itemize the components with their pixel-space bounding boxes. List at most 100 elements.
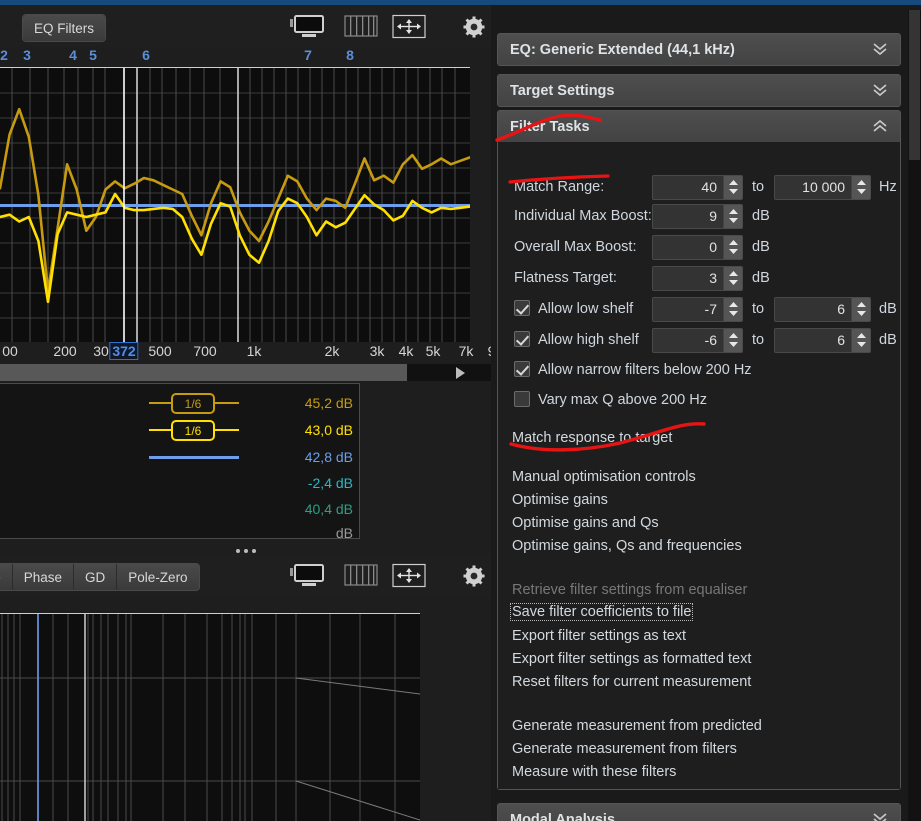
eq-filters-tabgroup[interactable]: EQ Filters: [22, 14, 107, 42]
spinner-high-shelf-min[interactable]: -6: [652, 327, 743, 353]
legend-row-measured[interactable]: 1/6 45,2 dB: [0, 390, 361, 416]
bars-icon[interactable]: [344, 14, 378, 38]
panel-target-settings[interactable]: Target Settings: [497, 74, 901, 107]
spinner-arrows[interactable]: [723, 297, 742, 321]
action-measure-with-these-filters[interactable]: Measure with these filters: [512, 764, 676, 780]
filter-marker-4[interactable]: 4: [69, 47, 77, 63]
spinner-arrows[interactable]: [723, 235, 742, 259]
chart-horizontal-scrollbar[interactable]: [0, 364, 491, 381]
legend-value-5: dB: [335, 525, 353, 541]
value-match-range-low[interactable]: 40: [653, 175, 723, 199]
spinner-low-shelf-min[interactable]: -7: [652, 296, 743, 322]
right-pane-scrollbar[interactable]: [908, 10, 921, 821]
spinner-arrows[interactable]: [723, 266, 742, 290]
tab-eq-filters[interactable]: EQ Filters: [23, 15, 106, 41]
left-bottom-toolbar: ulse Phase GD Pole-Zero: [0, 554, 491, 596]
tab-impulse[interactable]: ulse: [0, 564, 13, 590]
secondary-chart[interactable]: [0, 613, 420, 821]
tab-gd[interactable]: GD: [74, 564, 118, 590]
legend-row-predicted[interactable]: 1/6 43,0 dB: [0, 417, 361, 443]
expand-arrows-icon[interactable]: [392, 14, 426, 39]
action-optimise-gains[interactable]: Optimise gains: [512, 492, 608, 508]
checkbox-allow-high-shelf[interactable]: [514, 331, 530, 347]
unit-low-shelf: dB: [879, 301, 897, 317]
action-optimise-gains-and-qs[interactable]: Optimise gains and Qs: [512, 515, 659, 531]
scrollbar-thumb[interactable]: [0, 364, 407, 381]
action-manual-optimisation-controls[interactable]: Manual optimisation controls: [512, 469, 696, 485]
tab-pole-zero[interactable]: Pole-Zero: [117, 564, 199, 590]
tab-phase[interactable]: Phase: [12, 564, 75, 590]
xtick-6: 2k: [324, 343, 340, 359]
checkbox-allow-low-shelf[interactable]: [514, 300, 530, 316]
panel-filter-tasks[interactable]: Filter Tasks Match Range: 40 to 10 000 H…: [497, 110, 901, 790]
legend-row-target[interactable]: 42,8 dB: [0, 444, 361, 470]
gear-icon[interactable]: [462, 564, 486, 588]
expand-arrows-icon[interactable]: [392, 563, 426, 588]
scroll-right-arrow[interactable]: [453, 366, 467, 385]
checkbox-allow-narrow-filters[interactable]: [514, 361, 530, 377]
spinner-high-shelf-max[interactable]: 6: [774, 327, 871, 353]
filter-marker-7[interactable]: 7: [304, 47, 312, 63]
gear-icon[interactable]: [462, 15, 486, 39]
panel-header-modal-analysis[interactable]: Modal Analysis: [498, 804, 900, 821]
spinner-individual-max-boost[interactable]: 9: [652, 203, 743, 229]
action-optimise-gains-qs-frequencies[interactable]: Optimise gains, Qs and frequencies: [512, 538, 742, 554]
frequency-response-chart[interactable]: [0, 67, 470, 342]
filter-marker-5[interactable]: 5: [89, 47, 97, 63]
filter-marker-6[interactable]: 6: [142, 47, 150, 63]
spinner-arrows[interactable]: [851, 328, 870, 352]
action-save-filter-coefficients[interactable]: Save filter coefficients to file: [509, 603, 694, 621]
filter-marker-2[interactable]: 2: [0, 47, 8, 63]
panel-eq[interactable]: EQ: Generic Extended (44,1 kHz): [497, 33, 901, 66]
spinner-arrows[interactable]: [723, 204, 742, 228]
action-generate-measurement-from-predicted[interactable]: Generate measurement from predicted: [512, 718, 762, 734]
legend-row-target-text[interactable]: arget 40,4 dB: [0, 496, 361, 522]
chevron-down-icon[interactable]: [870, 808, 890, 821]
value-individual-max-boost[interactable]: 9: [653, 204, 723, 228]
scrollbar-thumb[interactable]: [909, 10, 920, 160]
label-allow-high-shelf[interactable]: Allow high shelf: [538, 332, 639, 348]
spinner-flatness-target[interactable]: 3: [652, 265, 743, 291]
chevron-up-icon[interactable]: [870, 115, 890, 140]
spinner-arrows[interactable]: [723, 175, 742, 199]
value-low-shelf-max[interactable]: 6: [775, 297, 851, 321]
value-overall-max-boost[interactable]: 0: [653, 235, 723, 259]
value-high-shelf-min[interactable]: -6: [653, 328, 723, 352]
value-match-range-high[interactable]: 10 000: [775, 175, 851, 199]
action-export-filter-settings-formatted[interactable]: Export filter settings as formatted text: [512, 651, 751, 667]
filter-marker-8[interactable]: 8: [346, 47, 354, 63]
spinner-match-range-high[interactable]: 10 000: [774, 174, 871, 200]
analysis-tabgroup[interactable]: ulse Phase GD Pole-Zero: [0, 563, 200, 591]
octave-badge-measured: 1/6: [171, 393, 215, 414]
bars-icon[interactable]: [344, 563, 378, 587]
label-allow-narrow-filters[interactable]: Allow narrow filters below 200 Hz: [538, 362, 752, 378]
filter-marker-3[interactable]: 3: [23, 47, 31, 63]
chevron-down-icon[interactable]: [870, 38, 890, 63]
action-reset-filters[interactable]: Reset filters for current measurement: [512, 674, 751, 690]
spinner-low-shelf-max[interactable]: 6: [774, 296, 871, 322]
label-vary-max-q[interactable]: Vary max Q above 200 Hz: [538, 392, 707, 408]
label-allow-low-shelf[interactable]: Allow low shelf: [538, 301, 633, 317]
action-export-filter-settings-text[interactable]: Export filter settings as text: [512, 628, 686, 644]
value-low-shelf-min[interactable]: -7: [653, 297, 723, 321]
value-flatness-target[interactable]: 3: [653, 266, 723, 290]
value-high-shelf-max[interactable]: 6: [775, 328, 851, 352]
panel-modal-analysis[interactable]: Modal Analysis: [497, 803, 901, 821]
monitor-icon[interactable]: [288, 562, 330, 588]
panel-header-filter-tasks[interactable]: Filter Tasks: [498, 111, 900, 142]
panel-header-target-settings[interactable]: Target Settings: [498, 75, 900, 106]
cursor-frequency-readout[interactable]: 372: [109, 342, 139, 360]
spinner-arrows[interactable]: [851, 175, 870, 199]
panel-header-eq[interactable]: EQ: Generic Extended (44,1 kHz): [498, 34, 900, 65]
action-match-response-to-target[interactable]: Match response to target: [512, 430, 672, 446]
chevron-down-icon[interactable]: [870, 79, 890, 104]
spinner-arrows[interactable]: [851, 297, 870, 321]
spinner-overall-max-boost[interactable]: 0: [652, 234, 743, 260]
spinner-match-range-low[interactable]: 40: [652, 174, 743, 200]
checkbox-vary-max-q[interactable]: [514, 391, 530, 407]
action-generate-measurement-from-filters[interactable]: Generate measurement from filters: [512, 741, 737, 757]
spinner-arrows[interactable]: [723, 328, 742, 352]
xtick-2: 30: [93, 343, 109, 359]
monitor-icon[interactable]: [288, 13, 330, 39]
legend-row-3[interactable]: -2,4 dB: [0, 470, 361, 496]
